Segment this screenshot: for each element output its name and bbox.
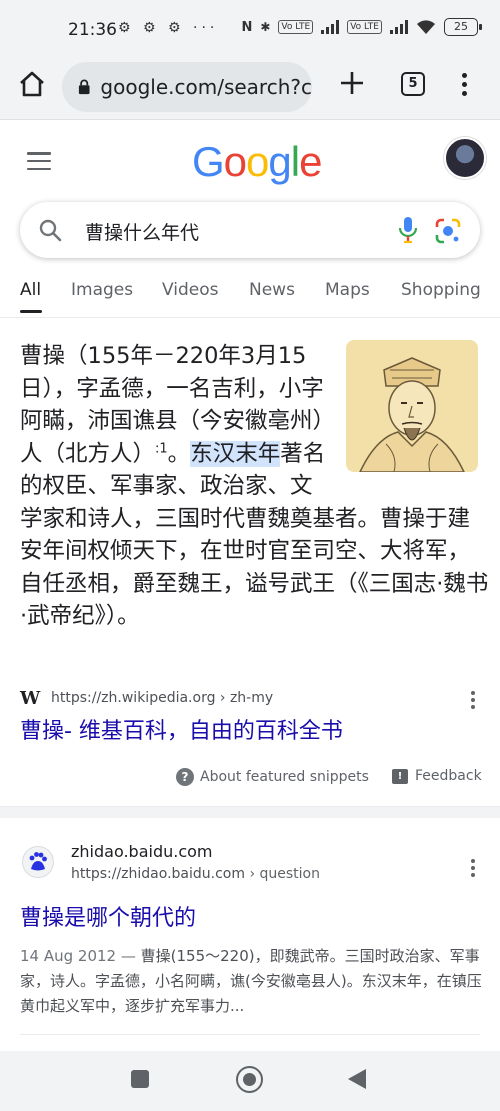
- feedback-label[interactable]: Feedback: [415, 768, 482, 784]
- divider: [0, 317, 500, 318]
- recents-button[interactable]: [131, 1070, 149, 1088]
- about-label[interactable]: About featured snippets: [200, 769, 369, 785]
- google-logo[interactable]: Google: [192, 138, 322, 186]
- help-icon: ?: [176, 768, 194, 786]
- search-input[interactable]: 曹操什么年代: [85, 218, 199, 245]
- wifi-icon: [417, 20, 435, 34]
- home-button[interactable]: [236, 1066, 263, 1093]
- status-bar: 21:36 ⚙ ⚙ ⚙ ··· N ✱ Vo LTE Vo LTE 25: [0, 0, 500, 58]
- tab-maps[interactable]: Maps: [325, 280, 370, 300]
- snippet-highlight: 东汉末年: [190, 440, 281, 467]
- result-site-name[interactable]: zhidao.baidu.com: [71, 842, 213, 861]
- logo-letter: o: [246, 138, 269, 185]
- snippet-title-link[interactable]: 曹操- 维基百科，自由的百科全书: [20, 713, 343, 745]
- volte-icon: Vo LTE: [347, 20, 382, 34]
- status-time: 21:36: [68, 20, 117, 40]
- feedback-button[interactable]: ! Feedback: [392, 768, 482, 784]
- more-options-icon[interactable]: [466, 688, 480, 710]
- system-nav-bar: [0, 1051, 500, 1111]
- status-right-icons: N ✱ Vo LTE Vo LTE 25: [241, 18, 482, 36]
- nfc-icon: N: [241, 19, 253, 35]
- citation-marker[interactable]: :1: [155, 441, 168, 456]
- back-button[interactable]: [348, 1069, 366, 1089]
- snippet-source-row: W https://zh.wikipedia.org › zh-my: [20, 688, 480, 710]
- divider: [20, 1034, 480, 1035]
- bluetooth-icon: ✱: [260, 20, 271, 34]
- search-icon: [39, 219, 62, 242]
- tab-switcher-button[interactable]: 5: [401, 72, 425, 96]
- notification-icons: ⚙ ⚙ ⚙ ···: [118, 20, 219, 36]
- new-tab-icon[interactable]: [337, 68, 367, 98]
- browser-menu-icon[interactable]: [455, 70, 473, 100]
- active-tab-indicator: [20, 310, 42, 313]
- result-url[interactable]: https://zhidao.baidu.com › question: [71, 866, 320, 882]
- baidu-favicon-icon[interactable]: [22, 846, 54, 878]
- result-title-link[interactable]: 曹操是哪个朝代的: [20, 900, 196, 932]
- tab-news[interactable]: News: [249, 280, 295, 300]
- search-box[interactable]: 曹操什么年代: [20, 202, 480, 258]
- home-icon[interactable]: [16, 68, 48, 100]
- voice-search-icon[interactable]: [396, 216, 420, 244]
- logo-letter: e: [299, 138, 322, 185]
- tab-shopping[interactable]: Shopping: [401, 280, 481, 300]
- result-url-base[interactable]: https://zhidao.baidu.com: [71, 866, 245, 882]
- lock-icon[interactable]: [78, 78, 90, 96]
- signal-icon: [321, 20, 340, 34]
- wikipedia-logo-icon[interactable]: W: [20, 688, 40, 709]
- signal-icon: [390, 20, 408, 34]
- featured-snippet-text: 曹操（155年－220年3月15日），字孟德，一名吉利，小字阿瞞，沛国谯县（今安…: [20, 340, 490, 633]
- portrait-drawing: [359, 357, 465, 472]
- logo-letter: G: [192, 138, 225, 185]
- volte-icon: Vo LTE: [278, 20, 314, 34]
- avatar[interactable]: [444, 137, 486, 179]
- result-snippet: 14 Aug 2012 — 曹操(155～220)，即魏武帝。三国时政治家、军事…: [20, 944, 482, 1019]
- result-date: 14 Aug 2012 —: [20, 947, 141, 965]
- snippet-source-url[interactable]: https://zh.wikipedia.org › zh-my: [51, 690, 273, 706]
- snippet-image[interactable]: [346, 340, 480, 476]
- hamburger-menu-icon[interactable]: [27, 152, 51, 170]
- result-url-crumb[interactable]: › question: [245, 866, 320, 882]
- browser-toolbar: google.com/search?c 5: [0, 58, 500, 120]
- search-tabs: All Images Videos News Maps Shopping: [0, 278, 500, 314]
- google-lens-icon[interactable]: [435, 218, 461, 244]
- logo-letter: l: [290, 138, 300, 185]
- address-bar[interactable]: google.com/search?c: [62, 62, 312, 112]
- tab-all[interactable]: All: [20, 280, 41, 300]
- feedback-icon: !: [392, 768, 408, 784]
- url-text[interactable]: google.com/search?c: [100, 75, 312, 99]
- logo-letter: o: [223, 138, 247, 185]
- tab-videos[interactable]: Videos: [162, 280, 219, 300]
- tab-images[interactable]: Images: [71, 280, 133, 300]
- logo-letter: g: [268, 138, 291, 185]
- section-separator: [0, 806, 500, 818]
- portrait-image[interactable]: [346, 340, 478, 472]
- about-featured-snippets-button[interactable]: ? About featured snippets: [176, 768, 369, 786]
- more-options-icon[interactable]: [466, 856, 480, 878]
- snippet-body: 。: [167, 440, 191, 467]
- battery-icon: 25: [444, 18, 482, 36]
